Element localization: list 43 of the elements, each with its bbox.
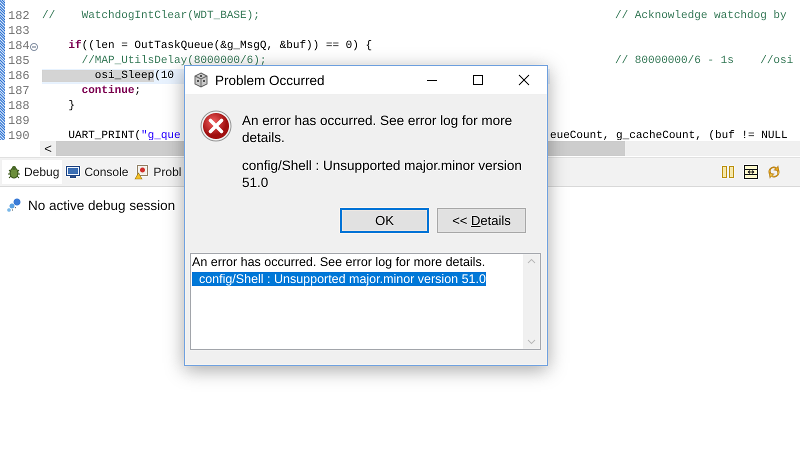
code-text: eueCount, g_cacheCount, (buf != NULL xyxy=(550,130,788,140)
error-icon xyxy=(200,110,232,142)
maximize-icon xyxy=(472,74,484,86)
code-line: if((len = OutTaskQueue(&g_MsgQ, &buf)) == 0) { xyxy=(67,40,372,52)
application-icon xyxy=(193,72,209,88)
line-number: 190 xyxy=(7,129,31,140)
code-line: } xyxy=(67,100,76,112)
line-number: 183 xyxy=(7,24,31,39)
line-number: 185 xyxy=(7,54,31,69)
table-icon[interactable] xyxy=(743,164,759,180)
monitor-icon xyxy=(65,164,82,180)
code-line: // WatchdogIntClear(WDT_BASE); xyxy=(42,10,260,22)
view-tab[interactable]: Probl xyxy=(131,160,184,184)
scroll-left-button[interactable]: < xyxy=(40,141,56,156)
scroll-down-icon xyxy=(527,339,536,345)
code-line: continue; xyxy=(80,85,142,97)
code-comment: // Acknowledge watchdog by xyxy=(615,10,787,22)
view-tab[interactable]: Debug xyxy=(2,160,62,184)
line-number: 186 xyxy=(7,69,31,84)
code-comment: // 80000000/6 - 1s //osi xyxy=(615,55,794,67)
sync-icon[interactable] xyxy=(766,164,782,180)
bug-icon xyxy=(5,164,21,180)
close-icon xyxy=(518,74,530,86)
line-number: 184 xyxy=(8,39,30,53)
line-number: 188 xyxy=(7,99,31,114)
line-number: 189 xyxy=(7,114,31,129)
scroll-up-icon xyxy=(527,258,536,264)
view-tab[interactable]: Console xyxy=(62,160,132,184)
error-reason: config/Shell : Unsupported major.minor version 51.0 xyxy=(242,157,523,191)
warning-icon xyxy=(134,164,150,180)
code-line: osi_Sleep(10 xyxy=(42,70,174,82)
code-line: //MAP_UtilsDelay(8000000/6); xyxy=(80,55,266,67)
fold-toggle-icon[interactable] xyxy=(30,43,38,51)
code-line: UART_PRINT("g_que xyxy=(67,130,181,140)
error-message: An error has occurred. See error log for more details. xyxy=(242,112,514,146)
details-line: An error has occurred. See error log for more details. xyxy=(192,255,486,269)
line-number: 182 xyxy=(7,9,31,24)
debug-session-icon xyxy=(6,197,22,213)
dialog-title: Problem Occurred xyxy=(215,72,325,88)
details-button[interactable]: << Details xyxy=(437,208,526,233)
empty-view-message: No active debug session xyxy=(28,198,176,212)
ok-button[interactable]: OK xyxy=(340,208,429,233)
line-number: 187 xyxy=(7,84,31,99)
